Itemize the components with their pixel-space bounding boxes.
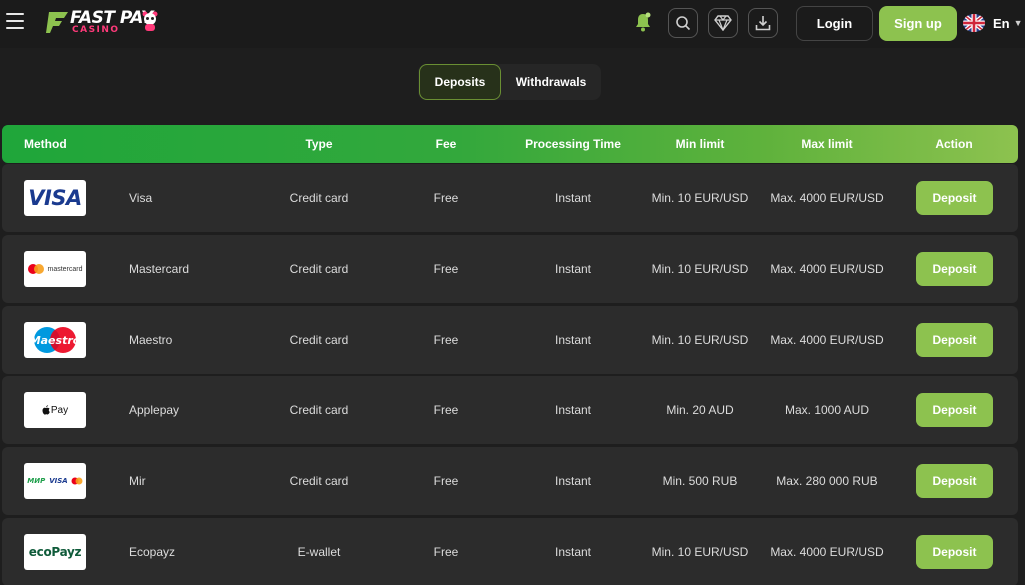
method-type: Credit card [289,333,349,347]
maestro-logo-text: Maestro [29,333,81,347]
mastercard-small-icon [71,477,83,485]
vip-button[interactable] [708,8,738,38]
method-name: Mir [129,474,146,488]
search-button[interactable] [668,8,698,38]
logo-mark-icon [46,12,68,33]
method-type: Credit card [289,403,349,417]
download-button[interactable] [748,8,778,38]
menu-icon[interactable] [6,13,24,31]
table-row: Pay Applepay Credit card Free Instant Mi… [2,376,1018,444]
deposit-button[interactable]: Deposit [916,393,993,427]
method-name: Mastercard [129,262,190,276]
mir-logo-text: МИР [27,477,46,485]
min-limit: Min. 10 EUR/USD [651,262,749,276]
apple-icon [42,405,50,415]
method-fee: Free [433,191,459,205]
table-header: Method Type Fee Processing Time Min limi… [2,125,1018,163]
processing-time: Instant [554,474,592,488]
diamond-icon [714,15,732,31]
mastercard-logo: mastercard [24,251,86,287]
column-action: Action [935,137,973,151]
column-type: Type [305,137,333,151]
table-row: МИР VISA Mir Credit card Free Instant Mi… [2,447,1018,515]
max-limit: Max. 1000 AUD [784,403,870,417]
max-limit: Max. 280 000 RUB [776,474,878,488]
tab-withdrawals[interactable]: Withdrawals [506,64,596,100]
processing-time: Instant [554,403,592,417]
processing-time: Instant [554,545,592,559]
min-limit: Min. 20 AUD [666,403,734,417]
table-row: mastercard Mastercard Credit card Free I… [2,235,1018,303]
deposit-button[interactable]: Deposit [916,464,993,498]
method-fee: Free [433,333,459,347]
site-logo[interactable]: FAST PAY CASINO [46,8,158,38]
table-row: ecoPayz Ecopayz E-wallet Free Instant Mi… [2,518,1018,585]
visa-logo: VISA [24,180,86,216]
mir-logo: МИР VISA [24,463,86,499]
language-label: En [993,15,1010,31]
min-limit: Min. 10 EUR/USD [651,191,749,205]
column-max-limit: Max limit [801,137,853,151]
ecopayz-logo: ecoPayz [24,534,86,570]
processing-time: Instant [554,333,592,347]
signup-button[interactable]: Sign up [879,6,957,41]
payment-tabs: Deposits Withdrawals [418,64,601,100]
processing-time: Instant [554,191,592,205]
maestro-logo: Maestro [24,322,86,358]
deposit-button[interactable]: Deposit [916,252,993,286]
visa-logo-text: VISA [28,186,82,210]
method-fee: Free [433,262,459,276]
method-name: Ecopayz [129,545,176,559]
panda-mascot-icon [142,11,158,31]
method-fee: Free [433,474,459,488]
logo-subtext: CASINO [72,25,120,35]
table-row: Maestro Maestro Credit card Free Instant… [2,306,1018,374]
max-limit: Max. 4000 EUR/USD [770,545,884,559]
chevron-down-icon: ▼ [1013,18,1023,28]
column-processing-time: Processing Time [525,137,621,151]
uk-flag-icon [963,14,985,32]
ecopayz-logo-text: ecoPayz [28,545,82,559]
mastercard-circles-icon [28,264,45,274]
language-selector[interactable]: En ▼ [963,13,1023,33]
min-limit: Min. 500 RUB [662,474,738,488]
download-icon [755,16,771,31]
max-limit: Max. 4000 EUR/USD [770,191,884,205]
max-limit: Max. 4000 EUR/USD [770,262,884,276]
login-button[interactable]: Login [796,6,873,41]
method-type: Credit card [289,191,349,205]
deposit-button[interactable]: Deposit [916,323,993,357]
deposit-button[interactable]: Deposit [916,181,993,215]
tab-deposits[interactable]: Deposits [419,64,501,100]
deposit-button[interactable]: Deposit [916,535,993,569]
min-limit: Min. 10 EUR/USD [651,545,749,559]
table-row: VISA Visa Credit card Free Instant Min. … [2,164,1018,232]
top-bar: FAST PAY CASINO Login Sign up En ▼ [0,0,1025,48]
bell-icon[interactable] [634,12,652,32]
method-fee: Free [433,403,459,417]
method-type: E-wallet [297,545,341,559]
method-name: Maestro [129,333,173,347]
column-method: Method [24,137,67,151]
visa-small-logo-text: VISA [49,477,68,485]
column-fee: Fee [435,137,457,151]
mastercard-logo-text: mastercard [47,265,83,273]
method-fee: Free [433,545,459,559]
column-min-limit: Min limit [675,137,725,151]
applepay-logo-text: Pay [50,404,69,416]
min-limit: Min. 10 EUR/USD [651,333,749,347]
method-type: Credit card [289,474,349,488]
max-limit: Max. 4000 EUR/USD [770,333,884,347]
method-name: Applepay [129,403,180,417]
method-type: Credit card [289,262,349,276]
processing-time: Instant [554,262,592,276]
applepay-logo: Pay [24,392,86,428]
method-name: Visa [129,191,153,205]
search-icon [676,16,691,31]
